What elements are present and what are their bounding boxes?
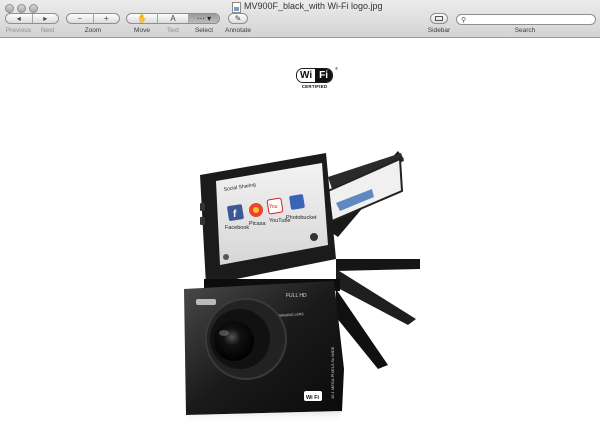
close-window-button[interactable] <box>5 4 14 13</box>
app-label-photobucket: Photobucket <box>286 215 317 221</box>
zoom-out-icon: − <box>77 13 83 23</box>
app-label-facebook: Facebook <box>225 225 249 231</box>
camera-lens <box>214 321 254 361</box>
camera-wifi-badge: Wi Fi <box>306 395 320 401</box>
text-label: Text <box>167 27 179 34</box>
move-label: Move <box>134 27 150 34</box>
annotate-label: Annotate <box>224 27 252 34</box>
youtube-icon: You <box>269 204 278 210</box>
sidebar-icon <box>435 16 443 21</box>
previous-next-control: ◂ ▸ <box>5 13 59 24</box>
wifi-logo-fi: Fi <box>315 69 332 82</box>
wifi-logo-wi: Wi <box>297 69 316 82</box>
selection-marquee-icon: ⋯ ▾ <box>196 13 212 23</box>
previous-label: Previous <box>5 27 32 34</box>
flip-panel-mid <box>336 259 420 271</box>
tool-mode-control: ✋ A ⋯ ▾ <box>126 13 220 24</box>
move-tool-button[interactable]: ✋ <box>127 14 157 23</box>
annotate-pen-icon: ✎ <box>234 13 242 23</box>
image-canvas[interactable]: Wi Fi CERTIFIED ® Social Sharing f Faceb… <box>0 39 600 438</box>
photobucket-icon <box>289 194 305 210</box>
next-icon: ▸ <box>43 13 48 23</box>
app-label-picasa: Picasa <box>249 221 266 227</box>
window-title: MV900F_black_with Wi-Fi logo.jpg <box>244 1 383 11</box>
minimize-window-button[interactable] <box>17 4 26 13</box>
zoom-in-icon: + <box>103 13 109 23</box>
camera-flip-lcd: Social Sharing f Facebook Picasa You You… <box>200 153 336 285</box>
sidebar-label: Sidebar <box>427 27 451 34</box>
wifi-certified-logo: Wi Fi CERTIFIED ® <box>296 66 338 90</box>
zoom-control: − + <box>66 13 120 24</box>
previous-icon: ◂ <box>16 13 21 23</box>
sidebar-button[interactable] <box>430 13 448 24</box>
search-input[interactable] <box>470 15 592 24</box>
screen-info-icon <box>310 233 318 241</box>
select-label: Select <box>194 27 214 34</box>
zoom-in-button[interactable]: + <box>92 13 120 23</box>
camera-product-photo: Social Sharing f Facebook Picasa You You… <box>184 151 420 424</box>
next-button[interactable]: ▸ <box>31 13 59 23</box>
zoom-window-button[interactable] <box>29 4 38 13</box>
hand-icon: ✋ <box>137 13 147 23</box>
document-icon <box>232 2 241 13</box>
camera-side-text: 16.1 MEGA PIXELS 5x WIDE <box>330 346 335 399</box>
search-field[interactable]: ⚲ <box>456 14 596 25</box>
full-hd-badge: FULL HD <box>286 293 307 299</box>
zoom-out-button[interactable]: − <box>67 14 93 23</box>
next-label: Next <box>40 27 55 34</box>
annotate-button[interactable]: ✎ <box>228 13 248 24</box>
search-icon: ⚲ <box>461 17 467 24</box>
text-cursor-icon: A <box>170 13 176 23</box>
camera-body: FULL HD SAMSUNG LENS 16.1 MEGA PIXELS 5x… <box>184 281 344 415</box>
text-tool-button[interactable]: A <box>157 14 188 23</box>
wifi-logo-registered-mark: ® <box>335 66 338 71</box>
zoom-label: Zoom <box>84 27 102 34</box>
window-toolbar: MV900F_black_with Wi-Fi logo.jpg ◂ ▸ Pre… <box>0 0 600 38</box>
search-label: Search <box>514 27 536 34</box>
previous-button[interactable]: ◂ <box>6 14 32 23</box>
select-tool-button[interactable]: ⋯ ▾ <box>188 14 219 23</box>
wifi-logo-certified: CERTIFIED <box>301 84 328 89</box>
screen-settings-icon <box>223 254 229 260</box>
camera-flash <box>196 299 216 305</box>
